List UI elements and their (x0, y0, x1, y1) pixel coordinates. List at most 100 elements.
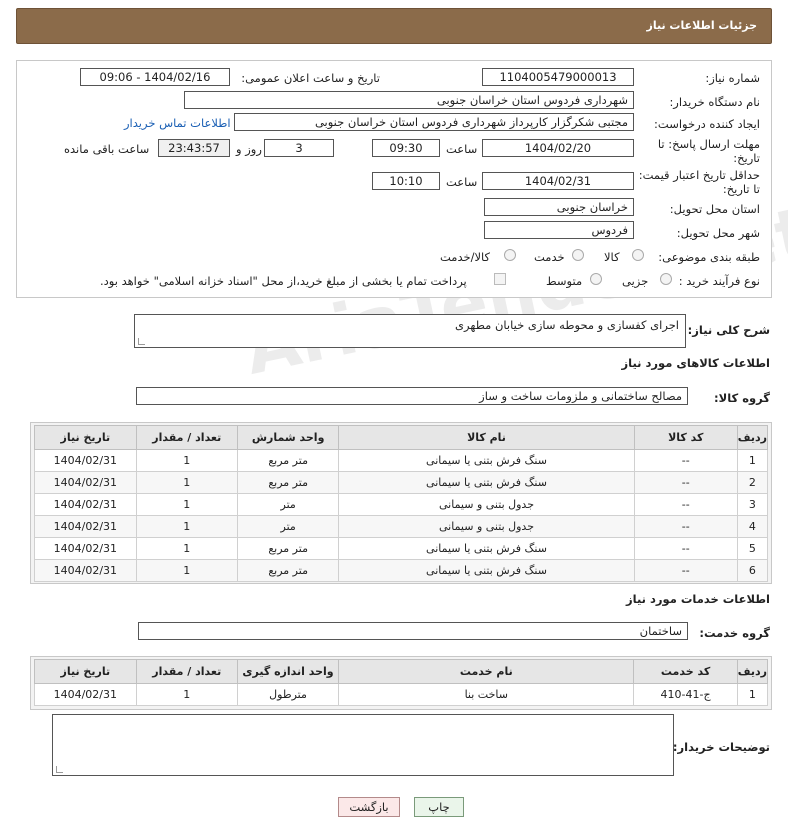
cell-qty: 1 (135, 449, 238, 472)
process-option-medium: متوسط (546, 274, 583, 288)
buyer-notes-textarea[interactable] (52, 714, 674, 776)
city-label: شهر محل تحویل: (676, 226, 760, 240)
table-row[interactable]: 3 -- جدول بتنی و سیمانی متر 1 1404/02/31 (34, 493, 769, 516)
table-row[interactable]: 1 ج-41-410 ساخت بنا مترطول 1 1404/02/31 (34, 683, 769, 706)
category-radio-goods[interactable] (632, 249, 644, 261)
validity-time-field: 10:10 (372, 172, 440, 190)
services-group-field: ساختمان (138, 622, 688, 640)
creator-label: ایجاد کننده درخواست: (654, 117, 760, 131)
validity-label: حداقل تاریخ اعتبار قیمت: (638, 168, 760, 182)
goods-group-field: مصالح ساختمانی و ملزومات ساخت و ساز (136, 387, 688, 405)
process-radio-minor[interactable] (660, 273, 672, 285)
validity-time-label: ساعت (446, 175, 478, 189)
cell-row: 6 (736, 559, 769, 582)
category-option-service: خدمت (534, 250, 565, 264)
cell-name: سنگ فرش بتنی یا سیمانی (338, 537, 635, 560)
process-label: نوع فرآیند خرید : (678, 274, 760, 288)
print-button[interactable]: چاپ (414, 797, 464, 817)
goods-col-row: ردیف (736, 425, 769, 450)
cell-code: -- (633, 493, 738, 516)
cell-code: -- (633, 471, 738, 494)
cell-unit: مترطول (236, 683, 340, 706)
cell-qty: 1 (135, 493, 238, 516)
cell-name: جدول بتنی و سیمانی (338, 515, 635, 538)
description-label: شرح کلی نیاز: (687, 323, 770, 337)
process-option-minor: جزیی (622, 274, 649, 288)
services-table: ردیف کد خدمت نام خدمت واحد اندازه گیری ت… (34, 659, 769, 706)
process-radio-medium[interactable] (590, 273, 602, 285)
need-number-label: شماره نیاز: (705, 71, 760, 85)
remaining-days-field: 3 (264, 139, 334, 157)
services-col-date: تاریخ نیاز (34, 659, 137, 684)
cell-qty: 1 (135, 515, 238, 538)
announce-label: تاریخ و ساعت اعلان عمومی: (241, 71, 380, 85)
resize-grip-icon (56, 766, 63, 773)
cell-name: سنگ فرش بتنی یا سیمانی (338, 559, 635, 582)
table-row[interactable]: 5 -- سنگ فرش بتنی یا سیمانی متر مربع 1 1… (34, 537, 769, 560)
province-label: استان محل تحویل: (669, 202, 760, 216)
services-section-title: اطلاعات خدمات مورد نیاز (626, 592, 770, 606)
cell-qty: 1 (135, 683, 238, 706)
category-label: طبقه بندی موضوعی: (658, 250, 760, 264)
cell-row: 5 (736, 537, 769, 560)
goods-section-title: اطلاعات کالاهای مورد نیاز (621, 356, 770, 370)
services-group-label: گروه خدمت: (699, 626, 770, 640)
deadline-date-field: 1404/02/20 (482, 139, 634, 157)
days-label: روز و (236, 142, 262, 156)
goods-col-name: نام کالا (338, 425, 635, 450)
city-field: فردوس (484, 221, 634, 239)
cell-row: 2 (736, 471, 769, 494)
description-textarea[interactable]: اجرای کفسازی و محوطه سازی خیابان مطهری (134, 314, 686, 348)
cell-row: 3 (736, 493, 769, 516)
cell-date: 1404/02/31 (34, 449, 137, 472)
cell-date: 1404/02/31 (34, 537, 137, 560)
goods-group-label: گروه کالا: (714, 391, 770, 405)
goods-col-date: تاریخ نیاز (34, 425, 137, 450)
cell-code: -- (633, 559, 738, 582)
cell-row: 1 (736, 683, 769, 706)
table-row[interactable]: 6 -- سنگ فرش بتنی یا سیمانی متر مربع 1 1… (34, 559, 769, 582)
deadline-time-label: ساعت (446, 142, 478, 156)
services-col-name: نام خدمت (338, 659, 635, 684)
cell-code: ج-41-410 (633, 683, 738, 706)
cell-qty: 1 (135, 559, 238, 582)
remaining-label: ساعت باقی مانده (64, 142, 150, 156)
cell-code: -- (633, 537, 738, 560)
cell-date: 1404/02/31 (34, 515, 137, 538)
services-col-row: ردیف (736, 659, 769, 684)
category-radio-service[interactable] (572, 249, 584, 261)
description-text: اجرای کفسازی و محوطه سازی خیابان مطهری (455, 318, 679, 332)
table-row[interactable]: 1 -- سنگ فرش بتنی یا سیمانی متر مربع 1 1… (34, 449, 769, 472)
deadline-label: مهلت ارسال پاسخ: تا (657, 137, 760, 151)
treasury-checkbox[interactable] (494, 273, 506, 285)
cell-name: سنگ فرش بتنی یا سیمانی (338, 471, 635, 494)
services-col-unit: واحد اندازه گیری (236, 659, 340, 684)
cell-unit: متر مربع (236, 537, 340, 560)
page-header: جزئیات اطلاعات نیاز (16, 8, 772, 44)
creator-field: مجتبی شکرگزار کارپرداز شهرداری فردوس است… (234, 113, 634, 131)
cell-code: -- (633, 515, 738, 538)
table-row[interactable]: 2 -- سنگ فرش بتنی یا سیمانی متر مربع 1 1… (34, 471, 769, 494)
goods-col-code: کد کالا (633, 425, 738, 450)
validity-label-date: تا تاریخ: (722, 182, 760, 196)
cell-unit: متر (236, 493, 340, 516)
remaining-time-field: 23:43:57 (158, 139, 230, 157)
back-button[interactable]: بازگشت (338, 797, 400, 817)
cell-name: جدول بتنی و سیمانی (338, 493, 635, 516)
deadline-time-field: 09:30 (372, 139, 440, 157)
category-radio-goods-service[interactable] (504, 249, 516, 261)
buyer-contact-link[interactable]: اطلاعات تماس خریدار (124, 116, 231, 130)
cell-date: 1404/02/31 (34, 559, 137, 582)
need-number-field: 1104005479000013 (482, 68, 634, 86)
services-col-qty: تعداد / مقدار (135, 659, 238, 684)
cell-name: ساخت بنا (338, 683, 635, 706)
goods-col-qty: تعداد / مقدار (135, 425, 238, 450)
treasury-payment-note: پرداخت تمام یا بخشی از مبلغ خرید،از محل … (100, 274, 467, 288)
announce-field: 1404/02/16 - 09:06 (80, 68, 230, 86)
buyer-label: نام دستگاه خریدار: (669, 95, 760, 109)
buyer-notes-label: توضیحات خریدار: (672, 740, 770, 754)
validity-date-field: 1404/02/31 (482, 172, 634, 190)
province-field: خراسان جنوبی (484, 198, 634, 216)
table-row[interactable]: 4 -- جدول بتنی و سیمانی متر 1 1404/02/31 (34, 515, 769, 538)
goods-col-unit: واحد شمارش (236, 425, 340, 450)
